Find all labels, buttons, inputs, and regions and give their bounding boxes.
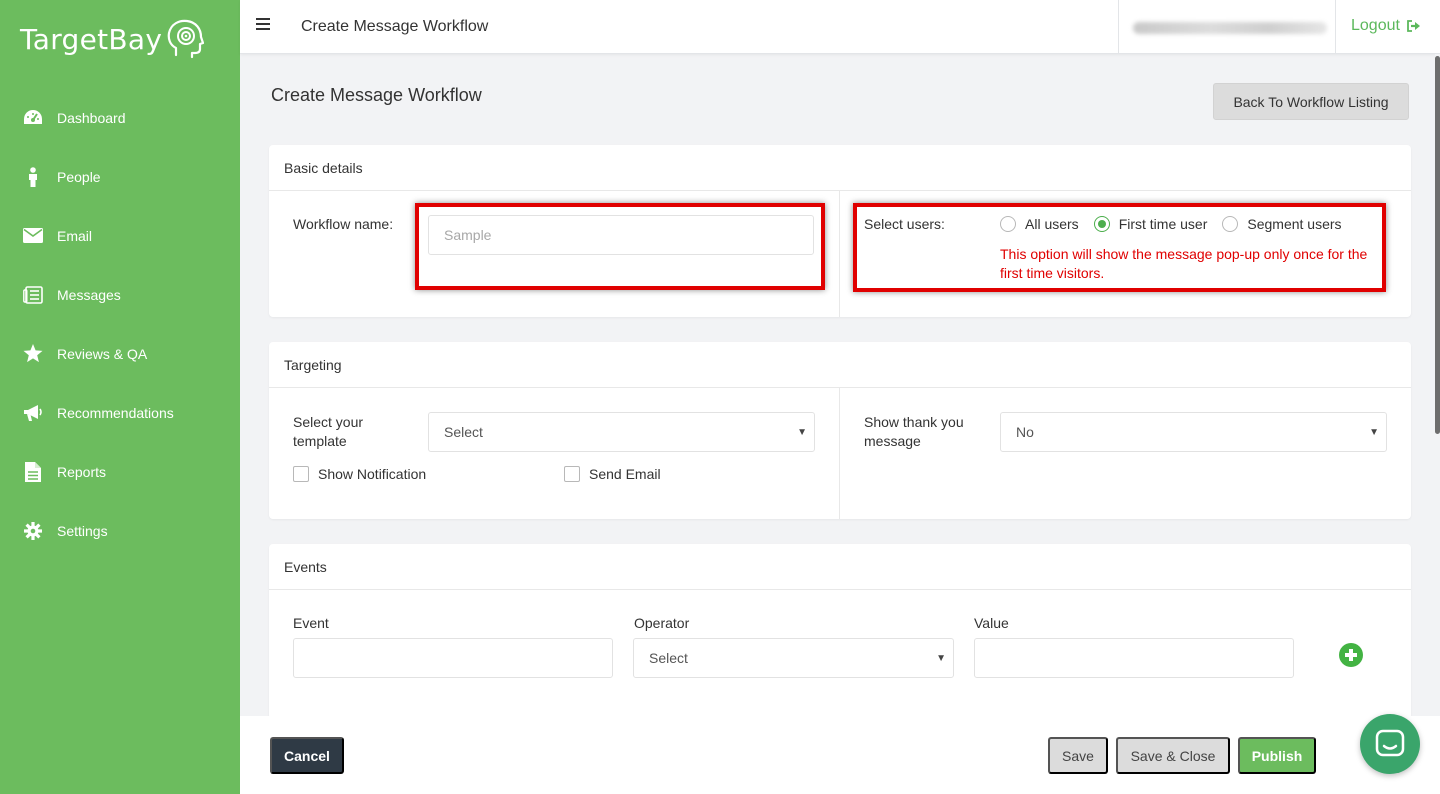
action-footer: Cancel Save Save & Close Publish xyxy=(240,716,1440,794)
save-close-button[interactable]: Save & Close xyxy=(1116,737,1230,774)
sidebar-item-label: Recommendations xyxy=(57,404,174,421)
main-content: Create Message Workflow Back To Workflow… xyxy=(240,54,1435,719)
send-email-label: Send Email xyxy=(589,466,661,482)
sidebar-item-settings[interactable]: Settings xyxy=(0,501,240,560)
sidebar-nav: Dashboard People Email Messages Reviews … xyxy=(0,88,240,560)
caret-down-icon: ▼ xyxy=(797,427,807,438)
sidebar-item-people[interactable]: People xyxy=(0,147,240,206)
value-label: Value xyxy=(974,615,1009,631)
event-label: Event xyxy=(293,615,329,631)
value-input[interactable] xyxy=(974,638,1294,678)
sidebar-item-label: Reviews & QA xyxy=(57,345,148,362)
gear-icon xyxy=(22,520,44,542)
thank-you-select[interactable]: No ▼ xyxy=(1000,412,1387,452)
panel-title: Targeting xyxy=(269,342,1411,388)
page-title: Create Message Workflow xyxy=(271,85,482,105)
highlight-box xyxy=(853,203,1386,292)
show-notification-checkbox[interactable] xyxy=(293,466,309,482)
event-input[interactable] xyxy=(293,638,613,678)
sidebar-item-label: Dashboard xyxy=(57,109,126,126)
panel-title: Basic details xyxy=(269,145,1411,191)
sidebar: TargetBay Dashboard People Email Message… xyxy=(0,0,240,794)
targeting-panel: Targeting Select your template Select ▼ … xyxy=(269,342,1411,519)
star-icon xyxy=(22,343,44,365)
add-event-plus-icon[interactable] xyxy=(1339,643,1363,667)
publish-button[interactable]: Publish xyxy=(1238,737,1316,774)
sidebar-item-label: Email xyxy=(57,227,93,244)
sidebar-item-messages[interactable]: Messages xyxy=(0,265,240,324)
logo[interactable]: TargetBay xyxy=(20,18,205,60)
sidebar-item-reviews[interactable]: Reviews & QA xyxy=(0,324,240,383)
template-select[interactable]: Select ▼ xyxy=(428,412,815,452)
caret-down-icon: ▼ xyxy=(1369,427,1379,438)
top-bar: Create Message Workflow Logout xyxy=(240,0,1440,54)
workflow-name-label: Workflow name: xyxy=(293,216,394,232)
logout-link[interactable]: Logout xyxy=(1351,17,1421,35)
chat-launcher-icon[interactable] xyxy=(1360,714,1420,774)
sidebar-item-label: Messages xyxy=(57,286,121,303)
person-icon xyxy=(22,166,44,188)
sidebar-item-dashboard[interactable]: Dashboard xyxy=(0,88,240,147)
scrollbar-thumb[interactable] xyxy=(1435,56,1440,434)
caret-down-icon: ▼ xyxy=(936,653,946,664)
show-notification-label: Show Notification xyxy=(318,466,427,482)
events-panel: Events Event Operator Select ▼ Value xyxy=(269,544,1411,719)
column-divider xyxy=(839,388,840,519)
sign-out-icon xyxy=(1407,20,1420,32)
panel-title: Events xyxy=(269,544,1411,590)
logout-label: Logout xyxy=(1351,17,1400,34)
megaphone-icon xyxy=(22,402,44,424)
head-logo-icon xyxy=(167,19,205,59)
sidebar-item-recommendations[interactable]: Recommendations xyxy=(0,383,240,442)
user-account[interactable] xyxy=(1118,0,1336,54)
blurred-username xyxy=(1133,22,1327,34)
operator-select-value: Select xyxy=(649,650,688,666)
operator-label: Operator xyxy=(634,615,690,631)
back-to-listing-button[interactable]: Back To Workflow Listing xyxy=(1213,83,1409,120)
sidebar-item-email[interactable]: Email xyxy=(0,206,240,265)
messages-icon xyxy=(22,284,44,306)
sidebar-item-reports[interactable]: Reports xyxy=(0,442,240,501)
thank-you-select-value: No xyxy=(1016,424,1034,440)
save-button[interactable]: Save xyxy=(1048,737,1108,774)
sidebar-item-label: People xyxy=(57,168,101,185)
cancel-button[interactable]: Cancel xyxy=(270,737,344,774)
sidebar-item-label: Reports xyxy=(57,463,107,480)
sidebar-item-label: Settings xyxy=(57,522,108,539)
menu-toggle-icon[interactable] xyxy=(256,18,270,30)
template-select-value: Select xyxy=(444,424,483,440)
operator-select[interactable]: Select ▼ xyxy=(633,638,954,678)
scrollbar[interactable] xyxy=(1435,54,1440,716)
template-label: Select your template xyxy=(293,414,364,449)
highlight-box xyxy=(415,203,825,290)
column-divider xyxy=(839,191,840,317)
topbar-title: Create Message Workflow xyxy=(301,18,489,35)
thank-you-label: Show thank you message xyxy=(864,414,964,449)
basic-details-panel: Basic details Workflow name: Sample Sele… xyxy=(269,145,1411,317)
envelope-icon xyxy=(22,225,44,247)
dashboard-icon xyxy=(22,107,44,129)
send-email-checkbox[interactable] xyxy=(564,466,580,482)
document-icon xyxy=(22,461,44,483)
brand-name: TargetBay xyxy=(20,22,163,56)
